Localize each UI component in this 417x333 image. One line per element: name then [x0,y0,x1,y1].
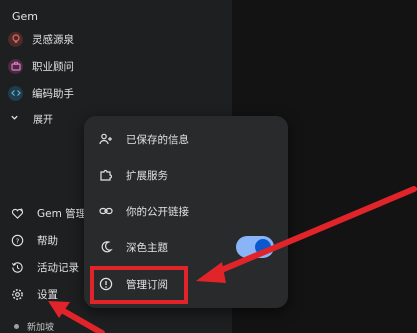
code-icon [8,85,23,101]
expand-label: 展开 [33,115,53,126]
dark-theme-toggle[interactable] [236,236,274,258]
gem-item-coding[interactable]: 编码助手 [8,82,74,104]
link-icon [98,203,114,219]
location-label: 新加坡 [27,323,55,333]
help-item[interactable]: ? 帮助 [10,230,58,250]
help-label: 帮助 [37,234,58,247]
moon-icon [98,239,114,255]
gem-section-title: Gem [12,10,39,23]
menu-item-label: 深色主题 [126,241,168,254]
gem-item-label: 灵感源泉 [32,33,74,46]
menu-item-label: 扩展服务 [126,169,168,182]
gem-item-career[interactable]: 职业顾问 [8,55,74,77]
svg-text:?: ? [15,236,19,245]
activity-item[interactable]: 活动记录 [10,257,79,277]
history-icon [10,260,24,274]
manage-subscription-highlight-box [90,266,188,304]
settings-item[interactable]: 设置 [10,284,58,304]
toggle-knob [255,239,271,255]
menu-item-label: 已保存的信息 [126,133,189,146]
menu-item-saved-info[interactable]: 已保存的信息 [98,128,189,150]
gem-sparkle-heart-icon [10,206,24,220]
location-info: 新加坡 [14,320,54,333]
menu-item-extensions[interactable]: 扩展服务 [98,164,168,186]
puzzle-icon [98,167,114,183]
chevron-down-icon [10,113,19,125]
gem-item-label: 职业顾问 [32,60,74,73]
lightbulb-icon [8,31,23,47]
expand-button[interactable]: 展开 [10,111,53,126]
menu-item-label: 你的公开链接 [126,205,189,218]
location-dot-icon [14,324,19,329]
settings-label: 设置 [37,288,58,301]
menu-item-public-links[interactable]: 你的公开链接 [98,200,189,222]
gem-item-inspiration[interactable]: 灵感源泉 [8,28,74,50]
menu-item-dark-theme[interactable]: 深色主题 [98,236,168,258]
briefcase-icon [8,58,23,74]
help-icon: ? [10,233,24,247]
gem-item-label: 编码助手 [32,87,74,100]
person-add-icon [98,131,114,147]
gear-icon [10,287,24,301]
activity-label: 活动记录 [37,261,79,274]
